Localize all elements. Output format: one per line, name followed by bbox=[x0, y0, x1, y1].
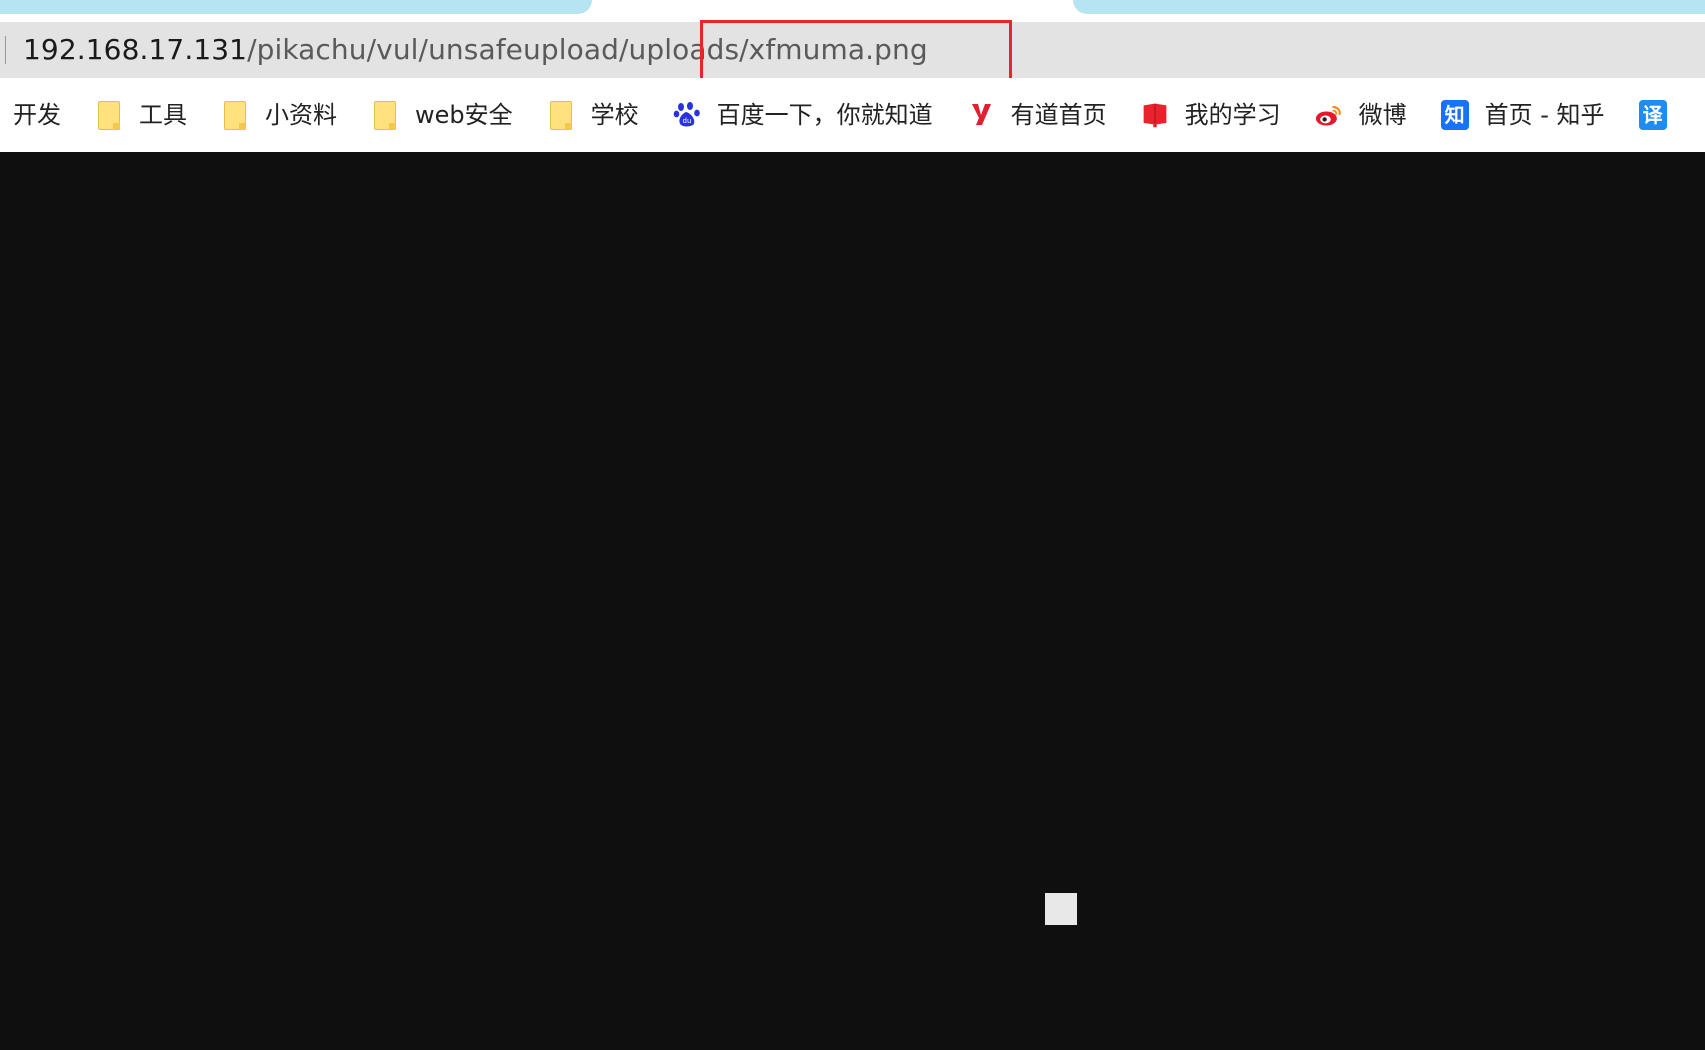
bookmark-label: 百度一下，你就知道 bbox=[716, 101, 933, 129]
youdao-y-icon bbox=[967, 100, 995, 130]
svg-text:du: du bbox=[682, 117, 691, 125]
bookmark-label: 微博 bbox=[1358, 101, 1407, 129]
baidu-paw-icon: du bbox=[673, 100, 701, 130]
bookmark-folder-tools[interactable]: 工具 bbox=[95, 78, 187, 152]
bookmark-zhihu[interactable]: 知 首页 - 知乎 bbox=[1440, 78, 1605, 152]
bookmark-translate[interactable]: 译 bbox=[1638, 78, 1683, 152]
bookmark-label: 我的学习 bbox=[1184, 101, 1281, 129]
broken-image-placeholder bbox=[1045, 893, 1077, 925]
zhihu-icon: 知 bbox=[1440, 100, 1469, 130]
translate-icon-glyph: 译 bbox=[1638, 100, 1667, 130]
zhihu-icon-glyph: 知 bbox=[1440, 100, 1469, 130]
bookmark-baidu[interactable]: du 百度一下，你就知道 bbox=[673, 78, 933, 152]
tab-inactive-right[interactable] bbox=[1073, 0, 1705, 14]
bookmark-folder-notes[interactable]: 小资料 bbox=[221, 78, 337, 152]
translate-icon: 译 bbox=[1638, 100, 1667, 130]
url-host: 192.168.17.131 bbox=[23, 33, 248, 66]
folder-icon bbox=[371, 100, 399, 130]
address-bar[interactable]: 192.168.17.131/pikachu/vul/unsafeupload/… bbox=[0, 22, 1705, 78]
bookmark-dev[interactable]: 开发 bbox=[13, 78, 61, 152]
bookmark-weibo[interactable]: 微博 bbox=[1315, 78, 1407, 152]
bookmark-label: web安全 bbox=[415, 101, 513, 129]
tab-inactive-left[interactable] bbox=[0, 0, 592, 14]
page-content bbox=[0, 152, 1705, 1050]
url-input[interactable]: 192.168.17.131/pikachu/vul/unsafeupload/… bbox=[23, 31, 928, 69]
bookmark-label: 开发 bbox=[13, 101, 61, 129]
folder-icon bbox=[547, 100, 575, 130]
bookmarks-bar: 开发 工具 小资料 web安全 学校 du 百度一下，你就知道 有道首页 我的学… bbox=[0, 78, 1705, 152]
weibo-icon bbox=[1315, 100, 1343, 130]
bookmark-label: 首页 - 知乎 bbox=[1484, 101, 1605, 129]
bookmark-label: 小资料 bbox=[265, 101, 337, 129]
bookmark-folder-web-security[interactable]: web安全 bbox=[371, 78, 513, 152]
bookmark-label: 学校 bbox=[590, 101, 639, 129]
bookmark-label: 工具 bbox=[139, 101, 187, 129]
red-book-icon bbox=[1141, 100, 1169, 130]
address-bar-divider bbox=[5, 36, 6, 64]
folder-icon bbox=[95, 100, 123, 130]
bookmark-my-study[interactable]: 我的学习 bbox=[1141, 78, 1281, 152]
url-path: /pikachu/vul/unsafeupload/uploads/xfmuma… bbox=[247, 33, 928, 66]
tab-strip bbox=[0, 0, 1705, 22]
bookmark-youdao[interactable]: 有道首页 bbox=[967, 78, 1107, 152]
bookmark-folder-school[interactable]: 学校 bbox=[547, 78, 639, 152]
folder-icon bbox=[221, 100, 249, 130]
bookmark-label: 有道首页 bbox=[1010, 101, 1107, 129]
